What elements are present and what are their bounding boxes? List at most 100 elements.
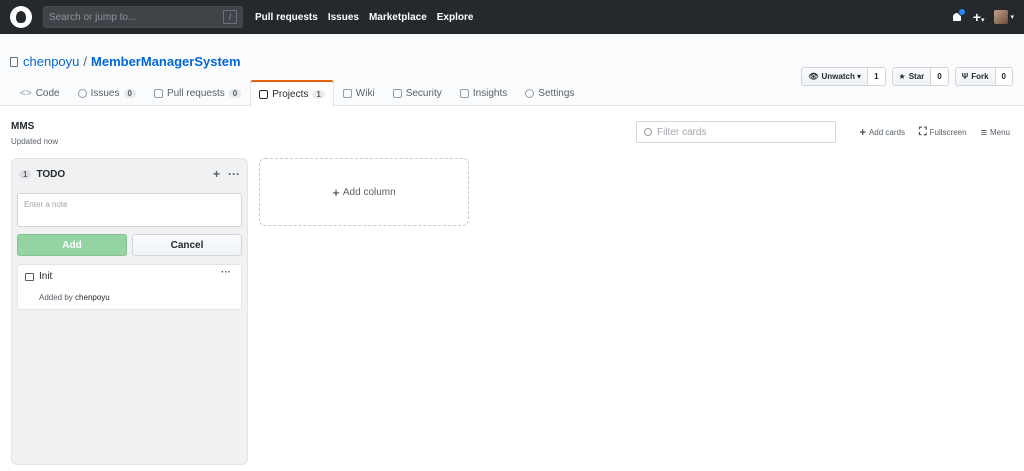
notifications-bell-icon[interactable] xyxy=(951,8,966,23)
nav-pull-requests[interactable]: Pull requests xyxy=(255,12,318,23)
tab-wiki[interactable]: Wiki xyxy=(334,80,384,106)
nav-issues[interactable]: Issues xyxy=(328,12,359,23)
card-title: Init xyxy=(39,271,53,282)
repo-separator: / xyxy=(83,54,88,69)
search-input[interactable]: Search or jump to... / xyxy=(43,6,243,28)
issue-icon xyxy=(77,89,87,98)
user-menu-button[interactable]: ▾ xyxy=(994,10,1014,24)
add-note-button[interactable]: Add xyxy=(17,234,127,256)
unwatch-label: Unwatch ▾ xyxy=(821,72,862,81)
shield-icon xyxy=(392,89,402,98)
plus-icon: + xyxy=(332,184,340,200)
filter-cards-field[interactable] xyxy=(636,121,836,143)
tab-projects[interactable]: Projects 1 xyxy=(250,80,334,107)
card-meta: Added by chenpoyu xyxy=(39,293,110,302)
project-toolbar: MMS Updated now +Add cards ⛶Fullscreen ≡… xyxy=(0,106,1024,154)
star-button[interactable]: ★ Star xyxy=(891,67,932,86)
repo-title: chenpoyu / MemberManagerSystem xyxy=(10,54,241,69)
chevron-down-icon: ▾ xyxy=(980,17,985,24)
search-placeholder: Search or jump to... xyxy=(49,11,137,23)
cancel-note-button[interactable]: Cancel xyxy=(132,234,242,256)
pull-request-icon xyxy=(153,89,163,98)
tab-counter: 0 xyxy=(123,89,136,98)
unwatch-button[interactable]: 👁 Unwatch ▾ xyxy=(801,67,869,86)
project-actions: + Add cards ⛶ Fullscreen ≡ Menu xyxy=(859,126,1010,139)
column-title: TODO xyxy=(36,168,66,180)
fork-count[interactable]: 0 xyxy=(995,67,1013,86)
nav-explore[interactable]: Explore xyxy=(437,12,474,23)
project-name: MMS xyxy=(11,121,35,132)
add-cards-button[interactable]: + Add cards xyxy=(859,126,904,139)
repo-name-link[interactable]: MemberManagerSystem xyxy=(91,54,241,69)
project-icon xyxy=(259,90,269,99)
repo-actions: 👁 Unwatch ▾ 1 ★ Star 0 Ψ Fork 0 xyxy=(801,67,1013,86)
menu-button[interactable]: ≡ Menu xyxy=(981,126,1010,139)
global-header: Search or jump to... / Pull requests Iss… xyxy=(0,0,1024,34)
card-more-icon[interactable]: ··· xyxy=(221,267,231,278)
add-note-plus-icon[interactable]: + xyxy=(213,167,220,181)
graph-icon xyxy=(459,89,469,98)
create-new-button[interactable]: +▾ xyxy=(973,9,985,25)
fork-group: Ψ Fork 0 xyxy=(954,67,1013,86)
column-actions: + ··· xyxy=(213,167,240,181)
tab-label: Security xyxy=(405,88,442,99)
fullscreen-label: Fullscreen xyxy=(929,128,967,137)
filter-cards-input[interactable] xyxy=(657,126,827,138)
star-label: Star xyxy=(908,72,925,81)
tab-issues[interactable]: Issues 0 xyxy=(69,80,145,106)
add-column-label: Add column xyxy=(342,186,396,198)
nav-marketplace[interactable]: Marketplace xyxy=(369,12,427,23)
repo-tabs: <> Code Issues 0 Pull requests 0 Projects 1 … xyxy=(11,80,583,107)
plus-icon: + xyxy=(972,9,981,25)
tab-insights[interactable]: Insights xyxy=(451,80,516,106)
watch-count[interactable]: 1 xyxy=(868,67,886,86)
fork-label: Fork xyxy=(971,72,989,81)
tab-code[interactable]: <> Code xyxy=(11,80,69,106)
star-count[interactable]: 0 xyxy=(931,67,949,86)
column-header: 1 TODO + ··· xyxy=(12,159,247,189)
note-textarea[interactable] xyxy=(17,193,242,227)
star-group: ★ Star 0 xyxy=(891,67,949,86)
fork-icon: Ψ xyxy=(961,72,969,81)
add-column-button[interactable]: + Add column xyxy=(259,158,469,226)
project-card[interactable]: Init ··· Added by chenpoyu xyxy=(17,264,242,310)
tab-label: Insights xyxy=(472,88,508,99)
gear-icon xyxy=(525,89,535,98)
eye-icon: 👁 xyxy=(808,72,819,81)
menu-label: Menu xyxy=(989,128,1010,137)
repo-owner-link[interactable]: chenpoyu xyxy=(23,54,79,69)
tab-label: Projects xyxy=(272,89,309,100)
repo-header: chenpoyu / MemberManagerSystem 👁 Unwatch … xyxy=(0,34,1024,107)
repo-icon xyxy=(10,56,18,67)
tab-security[interactable]: Security xyxy=(384,80,451,106)
search-icon xyxy=(644,128,652,136)
note-buttons: Add Cancel xyxy=(17,234,242,256)
tab-settings[interactable]: Settings xyxy=(516,80,583,106)
fullscreen-button[interactable]: ⛶ Fullscreen xyxy=(919,126,967,139)
note-form: Add Cancel xyxy=(17,193,242,256)
header-actions: +▾ ▾ xyxy=(951,8,1014,25)
tab-label: Issues xyxy=(90,88,120,99)
column-card-count: 1 xyxy=(19,169,32,179)
star-icon: ★ xyxy=(898,72,906,81)
hamburger-icon: ≡ xyxy=(980,126,987,139)
card-author-link[interactable]: chenpoyu xyxy=(75,293,110,302)
global-nav: Pull requests Issues Marketplace Explore xyxy=(255,12,473,23)
plus-icon: + xyxy=(859,126,866,139)
watch-group: 👁 Unwatch ▾ 1 xyxy=(801,67,886,86)
project-column: 1 TODO + ··· Add Cancel Init ··· Added b… xyxy=(11,158,248,465)
card-added-by-prefix: Added by xyxy=(39,293,73,302)
tab-counter: 1 xyxy=(312,90,325,99)
add-cards-label: Add cards xyxy=(868,128,905,137)
tab-label: Pull requests xyxy=(166,88,225,99)
column-more-icon[interactable]: ··· xyxy=(228,167,240,181)
fork-button[interactable]: Ψ Fork xyxy=(954,67,996,86)
tab-pull-requests[interactable]: Pull requests 0 xyxy=(145,80,250,106)
github-logo-icon[interactable] xyxy=(10,6,32,28)
chevron-down-icon: ▾ xyxy=(1010,14,1014,21)
fullscreen-icon: ⛶ xyxy=(918,126,927,138)
note-icon xyxy=(25,273,34,281)
slash-key-hint: / xyxy=(223,10,237,24)
avatar xyxy=(994,10,1009,24)
tab-label: Settings xyxy=(538,88,575,99)
